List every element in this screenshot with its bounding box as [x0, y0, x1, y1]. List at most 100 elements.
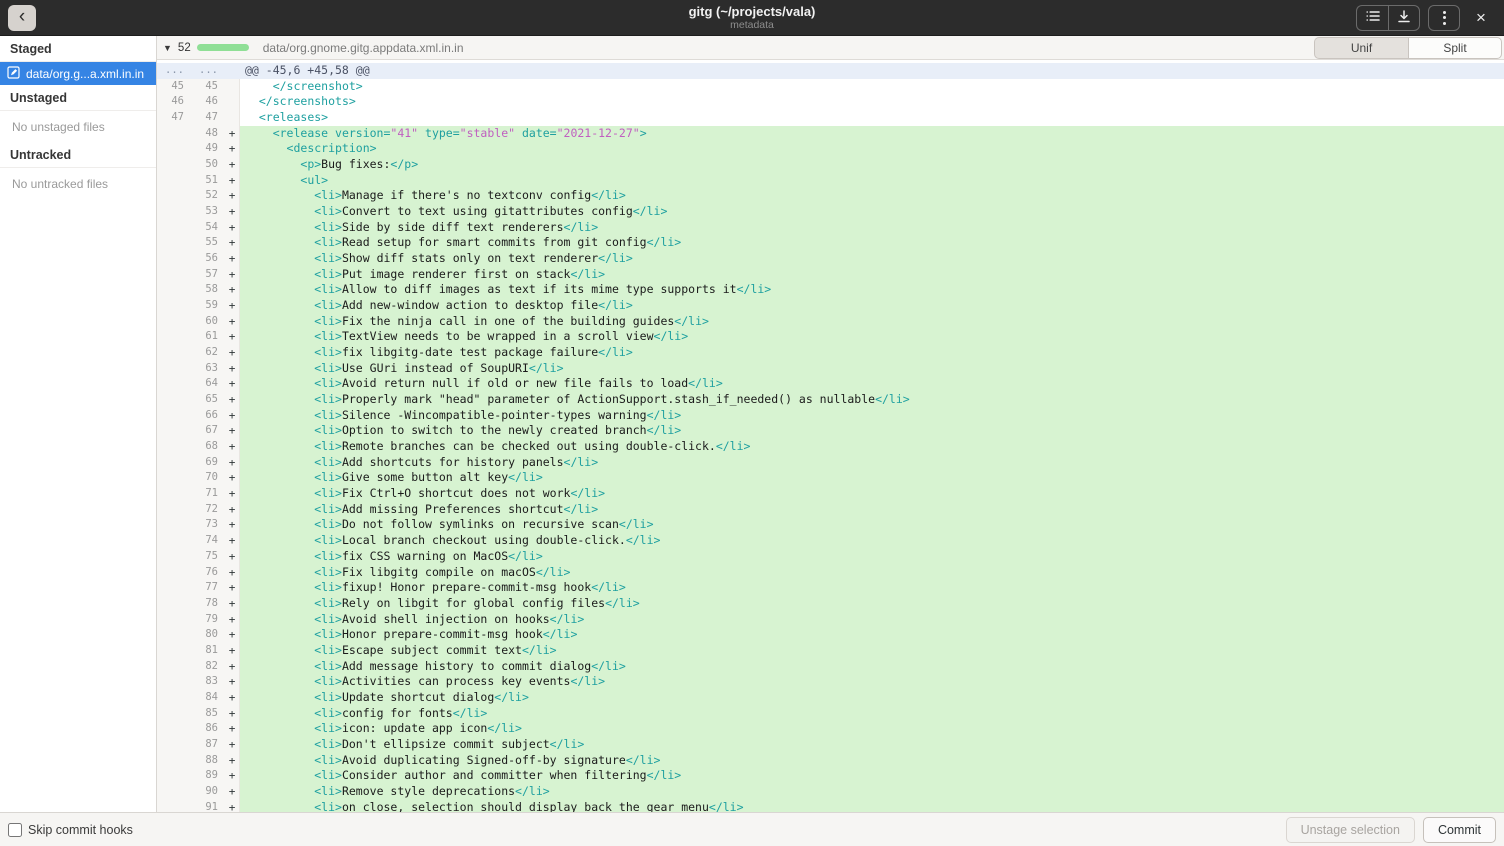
- download-patch-button[interactable]: [1388, 5, 1420, 31]
- old-line-number: [157, 470, 191, 486]
- diff-line-row[interactable]: 59+ <li>Add new-window action to desktop…: [157, 298, 1504, 314]
- edit-icon: [7, 66, 20, 82]
- diff-marker: [225, 79, 240, 95]
- untracked-section-header: Untracked: [0, 142, 156, 168]
- code-text: <li>Add new-window action to desktop fil…: [240, 298, 1504, 314]
- code-text: <li>Don't ellipsize commit subject</li>: [240, 737, 1504, 753]
- diff-line-row[interactable]: 84+ <li>Update shortcut dialog</li>: [157, 690, 1504, 706]
- code-text: <li>Silence -Wincompatible-pointer-types…: [240, 408, 1504, 424]
- diff-line-row[interactable]: 79+ <li>Avoid shell injection on hooks</…: [157, 612, 1504, 628]
- diff-line-row[interactable]: 75+ <li>fix CSS warning on MacOS</li>: [157, 549, 1504, 565]
- diff-line-row[interactable]: 50+ <p>Bug fixes:</p>: [157, 157, 1504, 173]
- diff-line-row[interactable]: 80+ <li>Honor prepare-commit-msg hook</l…: [157, 627, 1504, 643]
- diff-line-row[interactable]: 82+ <li>Add message history to commit di…: [157, 659, 1504, 675]
- diff-view[interactable]: ......@@ -45,6 +45,58 @@4545 </screensho…: [157, 60, 1504, 812]
- diff-line-row[interactable]: 4747 <releases>: [157, 110, 1504, 126]
- unstage-selection-button[interactable]: Unstage selection: [1286, 817, 1415, 843]
- staged-file-label: data/org.g...a.xml.in.in: [26, 67, 144, 81]
- new-line-number: 87: [191, 737, 225, 753]
- old-line-number: [157, 768, 191, 784]
- diff-line-row[interactable]: 53+ <li>Convert to text using gitattribu…: [157, 204, 1504, 220]
- diff-marker: +: [225, 423, 240, 439]
- diff-line-row[interactable]: 81+ <li>Escape subject commit text</li>: [157, 643, 1504, 659]
- diff-line-row[interactable]: 60+ <li>Fix the ninja call in one of the…: [157, 314, 1504, 330]
- old-line-number: [157, 439, 191, 455]
- diff-line-row[interactable]: 52+ <li>Manage if there's no textconv co…: [157, 188, 1504, 204]
- close-window-button[interactable]: ×: [1468, 5, 1494, 31]
- new-line-number: 53: [191, 204, 225, 220]
- list-view-button[interactable]: [1356, 5, 1388, 31]
- headerbar-controls: ×: [1356, 5, 1494, 31]
- new-line-number: 68: [191, 439, 225, 455]
- diff-line-row[interactable]: 89+ <li>Consider author and committer wh…: [157, 768, 1504, 784]
- code-text: <releases>: [240, 110, 1504, 126]
- unified-view-button[interactable]: Unif: [1314, 37, 1408, 59]
- menu-button[interactable]: [1428, 5, 1460, 31]
- diff-marker: +: [225, 784, 240, 800]
- diff-line-row[interactable]: 67+ <li>Option to switch to the newly cr…: [157, 423, 1504, 439]
- old-line-number: [157, 361, 191, 377]
- diff-marker: [225, 94, 240, 110]
- diff-line-row[interactable]: 56+ <li>Show diff stats only on text ren…: [157, 251, 1504, 267]
- diff-line-row[interactable]: 90+ <li>Remove style deprecations</li>: [157, 784, 1504, 800]
- diff-line-row[interactable]: 63+ <li>Use GUri instead of SoupURI</li>: [157, 361, 1504, 377]
- old-line-number: 45: [157, 79, 191, 95]
- diff-line-row[interactable]: 64+ <li>Avoid return null if old or new …: [157, 376, 1504, 392]
- diff-line-row[interactable]: 54+ <li>Side by side diff text renderers…: [157, 220, 1504, 236]
- diff-marker: +: [225, 768, 240, 784]
- diff-line-row[interactable]: 49+ <description>: [157, 141, 1504, 157]
- back-button[interactable]: ‹: [8, 5, 36, 31]
- diff-line-row[interactable]: 76+ <li>Fix libgitg compile on macOS</li…: [157, 565, 1504, 581]
- diff-line-row[interactable]: 88+ <li>Avoid duplicating Signed-off-by …: [157, 753, 1504, 769]
- diff-line-row[interactable]: 66+ <li>Silence -Wincompatible-pointer-t…: [157, 408, 1504, 424]
- code-text: <li>Option to switch to the newly create…: [240, 423, 1504, 439]
- new-line-number: 67: [191, 423, 225, 439]
- close-icon: ×: [1476, 8, 1486, 28]
- diff-line-row[interactable]: 58+ <li>Allow to diff images as text if …: [157, 282, 1504, 298]
- diff-marker: +: [225, 753, 240, 769]
- diff-line-row[interactable]: 4545 </screenshot>: [157, 79, 1504, 95]
- diff-line-row[interactable]: 71+ <li>Fix Ctrl+O shortcut does not wor…: [157, 486, 1504, 502]
- old-line-number: [157, 298, 191, 314]
- view-buttons-group: [1356, 5, 1420, 31]
- diff-hunk-row[interactable]: ......@@ -45,6 +45,58 @@: [157, 63, 1504, 79]
- diff-line-row[interactable]: 91+ <li>on close, selection should displ…: [157, 800, 1504, 812]
- new-line-number: 81: [191, 643, 225, 659]
- old-line-number: 47: [157, 110, 191, 126]
- diff-marker: +: [225, 659, 240, 675]
- expander-icon[interactable]: ▼: [163, 43, 172, 53]
- new-line-number: 64: [191, 376, 225, 392]
- diff-line-row[interactable]: 61+ <li>TextView needs to be wrapped in …: [157, 329, 1504, 345]
- diff-line-row[interactable]: 65+ <li>Properly mark "head" parameter o…: [157, 392, 1504, 408]
- diff-line-row[interactable]: 57+ <li>Put image renderer first on stac…: [157, 267, 1504, 283]
- no-unstaged-files-note: No unstaged files: [0, 111, 156, 142]
- split-view-button[interactable]: Split: [1408, 37, 1502, 59]
- skip-commit-hooks-option[interactable]: Skip commit hooks: [8, 823, 133, 837]
- diff-line-row[interactable]: 62+ <li>fix libgitg-date test package fa…: [157, 345, 1504, 361]
- new-line-number: 70: [191, 470, 225, 486]
- diff-line-row[interactable]: 55+ <li>Read setup for smart commits fro…: [157, 235, 1504, 251]
- diff-marker: +: [225, 721, 240, 737]
- staged-file-item[interactable]: data/org.g...a.xml.in.in: [0, 62, 156, 85]
- commit-button[interactable]: Commit: [1423, 817, 1496, 843]
- diff-line-row[interactable]: 4646 </screenshots>: [157, 94, 1504, 110]
- diff-line-row[interactable]: 70+ <li>Give some button alt key</li>: [157, 470, 1504, 486]
- diff-line-row[interactable]: 48+ <release version="41" type="stable" …: [157, 126, 1504, 142]
- diff-line-row[interactable]: 74+ <li>Local branch checkout using doub…: [157, 533, 1504, 549]
- diff-line-row[interactable]: 68+ <li>Remote branches can be checked o…: [157, 439, 1504, 455]
- new-line-number: 79: [191, 612, 225, 628]
- old-line-number: [157, 721, 191, 737]
- diff-line-row[interactable]: 87+ <li>Don't ellipsize commit subject</…: [157, 737, 1504, 753]
- diff-line-row[interactable]: 69+ <li>Add shortcuts for history panels…: [157, 455, 1504, 471]
- diff-line-row[interactable]: 73+ <li>Do not follow symlinks on recurs…: [157, 517, 1504, 533]
- skip-commit-hooks-checkbox[interactable]: [8, 823, 22, 837]
- diff-line-row[interactable]: 77+ <li>fixup! Honor prepare-commit-msg …: [157, 580, 1504, 596]
- kebab-menu-icon: [1443, 11, 1446, 25]
- diff-line-row[interactable]: 86+ <li>icon: update app icon</li>: [157, 721, 1504, 737]
- diff-line-row[interactable]: 51+ <ul>: [157, 173, 1504, 189]
- diff-line-row[interactable]: 72+ <li>Add missing Preferences shortcut…: [157, 502, 1504, 518]
- diff-line-row[interactable]: 78+ <li>Rely on libgit for global config…: [157, 596, 1504, 612]
- diff-line-row[interactable]: 85+ <li>config for fonts</li>: [157, 706, 1504, 722]
- diff-marker: +: [225, 251, 240, 267]
- diff-line-row[interactable]: 83+ <li>Activities can process key event…: [157, 674, 1504, 690]
